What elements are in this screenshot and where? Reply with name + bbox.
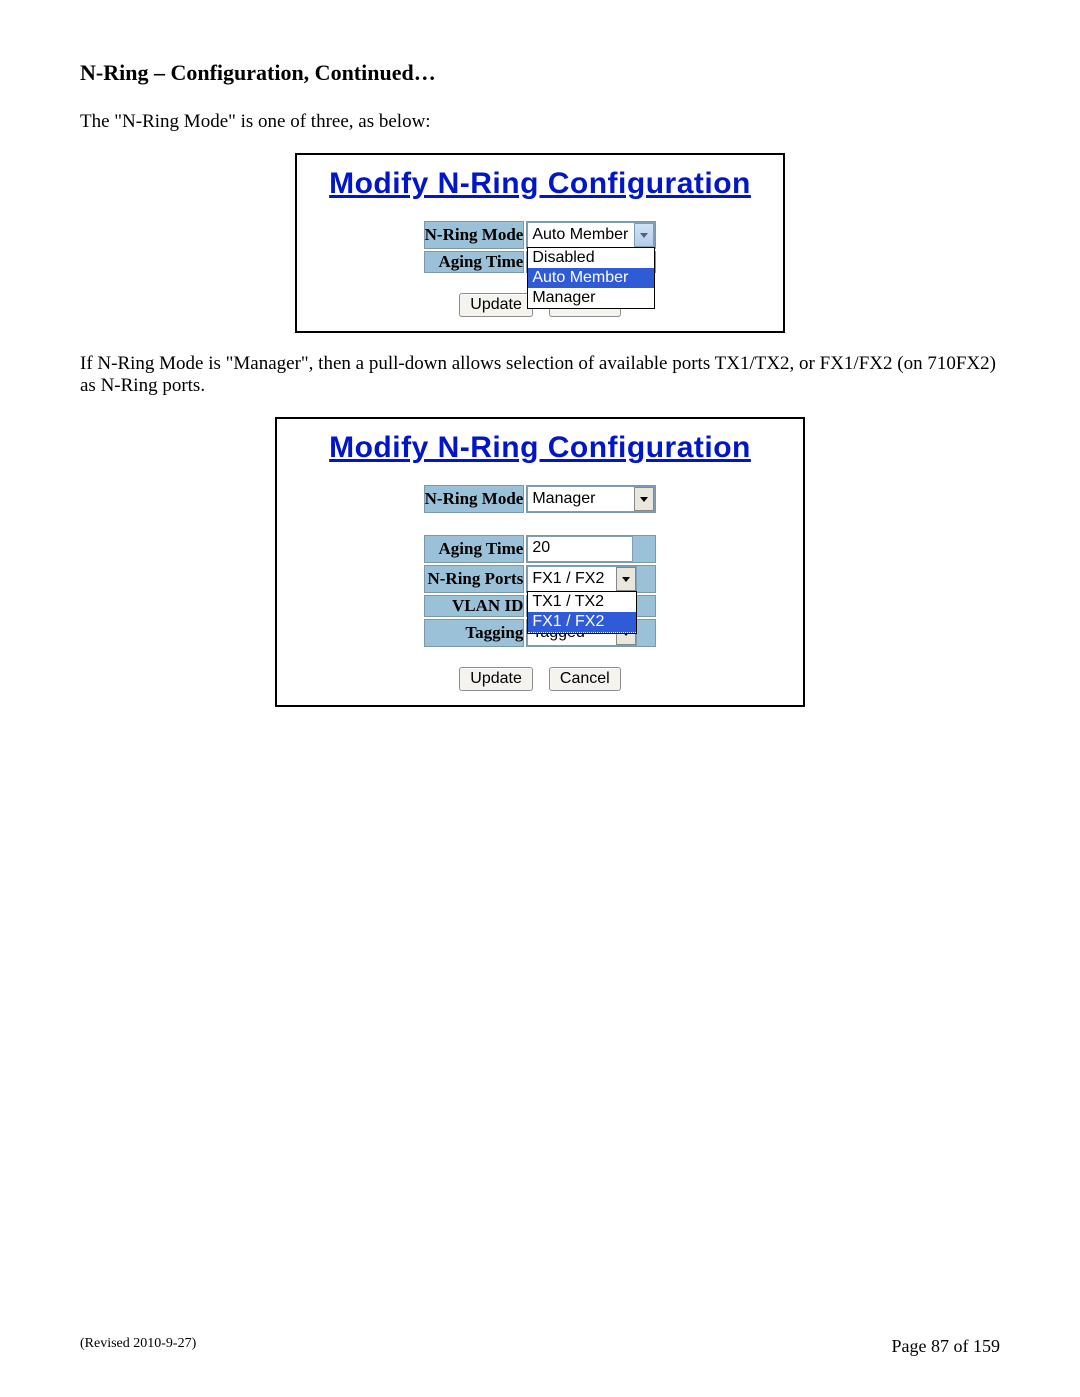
triangle-icon: [640, 233, 648, 238]
option-fx[interactable]: FX1 / FX2: [528, 612, 636, 633]
revised-date: (Revised 2010-9-27): [80, 1336, 196, 1357]
chevron-down-icon[interactable]: [634, 223, 654, 247]
config-panel-auto-member: Modify N-Ring Configuration N-Ring Mode …: [295, 153, 785, 333]
triangle-icon: [640, 497, 648, 502]
cancel-button[interactable]: Cancel: [549, 667, 621, 691]
mode-dropdown[interactable]: Auto Member Disabled Auto Member Manager: [527, 222, 655, 248]
mode-value: Auto Member: [528, 223, 634, 247]
intro-paragraph: The "N-Ring Mode" is one of three, as be…: [80, 111, 1000, 133]
page-number: Page 87 of 159: [892, 1336, 1000, 1357]
option-disabled[interactable]: Disabled: [528, 248, 654, 268]
mid-paragraph: If N-Ring Mode is "Manager", then a pull…: [80, 353, 1000, 397]
chevron-down-icon[interactable]: [616, 567, 636, 591]
panel-heading: Modify N-Ring Configuration: [291, 431, 789, 465]
page-footer: (Revised 2010-9-27) Page 87 of 159: [80, 1336, 1000, 1357]
mode-label: N-Ring Mode: [424, 221, 525, 249]
mode-options-list[interactable]: Disabled Auto Member Manager: [527, 247, 655, 309]
section-title: N-Ring – Configuration, Continued…: [80, 60, 1000, 86]
option-manager[interactable]: Manager: [528, 288, 654, 308]
aging-input[interactable]: 20: [527, 536, 633, 562]
ports-label: N-Ring Ports: [424, 565, 525, 593]
aging-label: Aging Time: [424, 535, 525, 563]
ports-dropdown[interactable]: FX1 / FX2 TX1 / TX2 FX1 / FX2: [527, 566, 637, 592]
option-tx[interactable]: TX1 / TX2: [528, 592, 636, 612]
ports-value: FX1 / FX2: [528, 567, 616, 591]
update-button[interactable]: Update: [459, 667, 533, 691]
config-panel-manager: Modify N-Ring Configuration N-Ring Mode …: [275, 417, 805, 707]
form-table: N-Ring Mode Auto Member Disabled Auto Me…: [422, 219, 659, 275]
vlan-label: VLAN ID: [424, 595, 525, 617]
form-table: N-Ring Mode Manager Aging Time 20 N-Ring…: [422, 483, 659, 649]
triangle-icon: [622, 577, 630, 582]
button-row: Update Cancel: [291, 667, 789, 691]
ports-options-list[interactable]: TX1 / TX2 FX1 / FX2: [527, 591, 637, 634]
mode-dropdown[interactable]: Manager: [527, 486, 655, 512]
mode-value: Manager: [528, 487, 634, 511]
tagging-label: Tagging: [424, 619, 525, 647]
aging-label: Aging Time: [424, 251, 525, 273]
chevron-down-icon[interactable]: [634, 487, 654, 511]
mode-label: N-Ring Mode: [424, 485, 525, 513]
update-button[interactable]: Update: [459, 293, 533, 317]
option-auto-member[interactable]: Auto Member: [528, 268, 654, 288]
panel-heading: Modify N-Ring Configuration: [311, 167, 769, 201]
